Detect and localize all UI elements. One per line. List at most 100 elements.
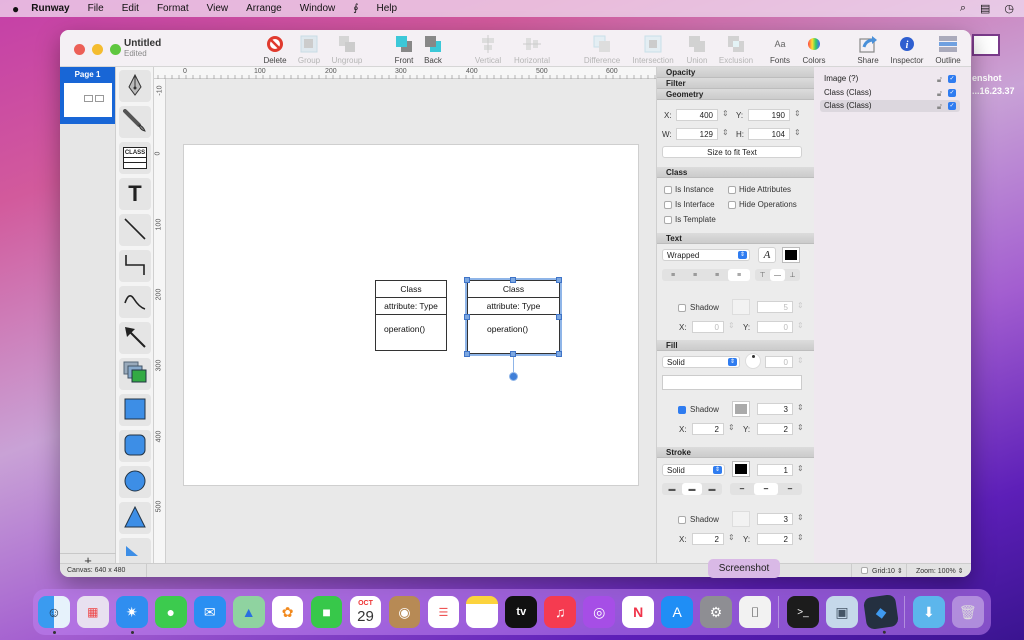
desktop-screenshot-file[interactable]: enshot ...16.23.37	[972, 34, 1024, 98]
section-stroke[interactable]: Stroke	[657, 447, 815, 458]
dock-maps[interactable]: ▲	[232, 596, 265, 628]
align-vertical-button[interactable]: Vertical	[468, 35, 508, 65]
text-shadow-color-well[interactable]	[732, 299, 750, 315]
apple-menu-icon[interactable]: ●	[12, 2, 19, 16]
pen-tool[interactable]	[119, 70, 151, 102]
dock-photos[interactable]: ✿	[271, 596, 304, 628]
dock-trash[interactable]: 🗑︎	[951, 596, 984, 628]
curve-tool[interactable]	[119, 286, 151, 318]
align-right-button[interactable]: ≡	[706, 269, 728, 281]
triangle-tool[interactable]	[119, 502, 151, 534]
line-tool[interactable]	[119, 214, 151, 246]
dock-contacts[interactable]: ◉	[388, 596, 421, 628]
fill-shadow-blur-stepper[interactable]: ⇕	[797, 403, 804, 412]
menu-edit[interactable]: Edit	[122, 3, 139, 14]
text-tool[interactable]: T	[119, 178, 151, 210]
clock-icon[interactable]: ◷	[1004, 2, 1014, 15]
dock-launchpad[interactable]: ▦	[76, 596, 109, 628]
dock-reminders[interactable]: ☰	[427, 596, 460, 628]
cap-square-button[interactable]: ━	[778, 483, 802, 495]
align-top-button[interactable]: ⊤	[755, 269, 770, 281]
hide-attributes-checkbox[interactable]	[728, 186, 736, 194]
stroke-shadow-x-stepper[interactable]: ⇕	[728, 533, 735, 542]
resize-handle[interactable]	[556, 277, 562, 283]
text-shadow-x-stepper[interactable]: ⇕	[728, 321, 735, 330]
section-class[interactable]: Class	[657, 167, 815, 178]
control-center-icon[interactable]: ▤	[980, 2, 990, 15]
lock-icon[interactable]: 🔓︎	[937, 88, 942, 100]
text-shadow-x-field[interactable]: 0	[692, 321, 724, 333]
send-to-back-button[interactable]: Back	[413, 35, 453, 65]
section-opacity[interactable]: Opacity	[657, 67, 814, 78]
fill-mode-select[interactable]: Solid ⇕	[662, 356, 740, 368]
width-stepper[interactable]: ⇕	[722, 128, 729, 137]
height-field[interactable]: 104	[748, 128, 790, 140]
stroke-shadow-blur-stepper[interactable]: ⇕	[797, 513, 804, 522]
ungroup-button[interactable]: Ungroup	[327, 35, 367, 65]
script-menu-icon[interactable]: ∮	[353, 3, 358, 14]
difference-button[interactable]: Difference	[582, 35, 622, 65]
menu-window[interactable]: Window	[300, 3, 336, 14]
visibility-checkbox[interactable]: ✓	[948, 102, 956, 110]
cap-butt-button[interactable]: ━	[730, 483, 754, 495]
fill-shadow-x-stepper[interactable]: ⇕	[728, 423, 735, 432]
text-shadow-blur-stepper[interactable]: ⇕	[797, 301, 804, 310]
uml-class-shape-selected[interactable]: Class attribute: Type operation()	[465, 278, 562, 356]
resize-handle[interactable]	[556, 314, 562, 320]
align-bottom-button[interactable]: ⊥	[785, 269, 800, 281]
fill-shadow-y-stepper[interactable]: ⇕	[797, 423, 804, 432]
x-stepper[interactable]: ⇕	[722, 109, 729, 118]
align-justify-button[interactable]: ≡	[728, 269, 750, 281]
stroke-width-stepper[interactable]: ⇕	[797, 464, 804, 473]
outline-item-selected[interactable]: Class (Class) 🔓︎ ✓	[820, 100, 960, 112]
hide-operations-checkbox[interactable]	[728, 201, 736, 209]
dock-news[interactable]: N	[622, 596, 655, 628]
menu-help[interactable]: Help	[377, 3, 398, 14]
page-item[interactable]: Page 1	[60, 67, 115, 124]
stroke-shadow-y-field[interactable]: 2	[757, 533, 793, 545]
dock-mail[interactable]: ✉	[193, 596, 226, 628]
menu-arrange[interactable]: Arrange	[246, 3, 282, 14]
dock-music[interactable]: ♫	[544, 596, 577, 628]
connection-point-handle[interactable]	[509, 372, 518, 381]
stroke-inside-button[interactable]: ▬	[662, 483, 682, 495]
ellipse-tool[interactable]	[119, 466, 151, 498]
dock-messages[interactable]: ●	[154, 596, 187, 628]
dock-podcasts[interactable]: ◎	[583, 596, 616, 628]
align-left-button[interactable]: ≡	[662, 269, 684, 281]
exclusion-button[interactable]: Exclusion	[716, 35, 756, 65]
zoom-select[interactable]: Zoom: 100% ⇕	[916, 567, 964, 575]
dock-runway[interactable]: ◆	[862, 593, 899, 634]
outline-item[interactable]: Image (?) 🔓︎ ✓	[820, 73, 960, 85]
close-button[interactable]	[74, 44, 85, 55]
fill-shadow-color-well[interactable]	[732, 401, 750, 417]
stroke-width-field[interactable]: 1	[757, 464, 793, 476]
canvas-scroll-area[interactable]: Class attribute: Type operation() Class …	[166, 79, 656, 567]
grid-checkbox[interactable]	[861, 567, 868, 574]
dock-preview[interactable]: ▣	[826, 596, 858, 628]
image-tool[interactable]	[119, 358, 151, 390]
section-text[interactable]: Text	[657, 233, 815, 244]
resize-handle[interactable]	[510, 277, 516, 283]
visibility-checkbox[interactable]: ✓	[948, 75, 956, 83]
width-field[interactable]: 129	[676, 128, 718, 140]
intersection-button[interactable]: Intersection	[632, 35, 674, 65]
stroke-color-well[interactable]	[732, 461, 750, 477]
fill-shadow-checkbox[interactable]	[678, 406, 686, 414]
uml-class-shape[interactable]: Class attribute: Type operation()	[375, 280, 447, 351]
fill-shadow-y-field[interactable]: 2	[757, 423, 793, 435]
is-instance-checkbox[interactable]	[664, 186, 672, 194]
size-to-fit-text-button[interactable]: Size to fit Text	[662, 146, 802, 158]
rounded-rectangle-tool[interactable]	[119, 430, 151, 462]
text-font-button[interactable]: A	[758, 247, 776, 263]
group-button[interactable]: Group	[289, 35, 329, 65]
lock-icon[interactable]: 🔓︎	[937, 101, 942, 113]
menu-file[interactable]: File	[88, 3, 104, 14]
menu-view[interactable]: View	[207, 3, 229, 14]
fill-color-well[interactable]	[662, 375, 802, 390]
brush-tool[interactable]	[119, 106, 151, 138]
stroke-outside-button[interactable]: ▬	[702, 483, 722, 495]
visibility-checkbox[interactable]: ✓	[948, 89, 956, 97]
inspector-button[interactable]: i Inspector	[887, 35, 927, 65]
zoom-button[interactable]	[110, 44, 121, 55]
